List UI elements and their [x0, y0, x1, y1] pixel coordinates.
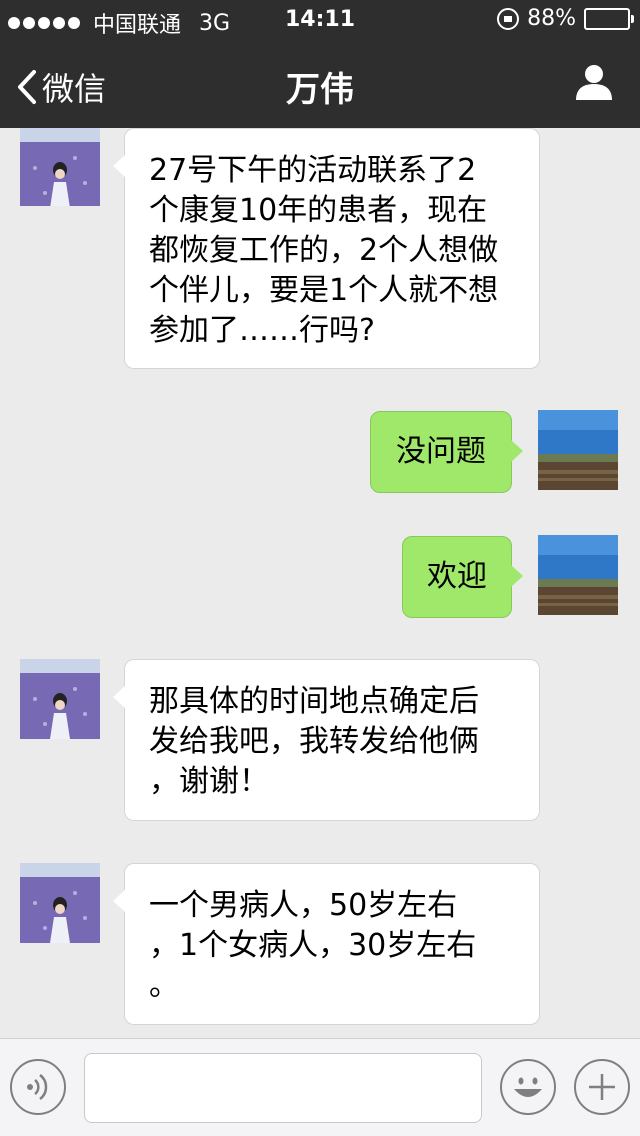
sent-message-bubble[interactable]: 没问题	[370, 411, 523, 493]
smiley-icon	[514, 1077, 542, 1097]
more-button[interactable]	[574, 1059, 630, 1115]
message-text: 27号下午的活动联系了2	[149, 153, 477, 188]
contact-avatar[interactable]	[20, 863, 100, 943]
received-message-bubble[interactable]: 一个男病人，50岁左右 ，1个女病人，30岁左右 。	[113, 863, 540, 1025]
received-message-bubble[interactable]: 27号下午的活动联系了2 个康复10年的患者，现在 都恢复工作的，2个人想做 个…	[113, 128, 540, 369]
battery-percent: 88%	[527, 6, 576, 31]
message-text: ，1个女病人，30岁左右	[149, 928, 477, 963]
message-list[interactable]: 27号下午的活动联系了2 个康复10年的患者，现在 都恢复工作的，2个人想做 个…	[0, 128, 640, 1038]
message-input[interactable]	[84, 1053, 482, 1123]
message-text: 个伴儿，要是1个人就不想	[149, 273, 499, 308]
sent-message-bubble[interactable]: 欢迎	[402, 536, 523, 618]
rotation-lock-icon	[497, 7, 520, 30]
message-text: 没问题	[396, 434, 486, 469]
contact-avatar[interactable]	[20, 128, 100, 206]
plus-icon	[589, 1074, 615, 1100]
profile-button[interactable]	[574, 62, 614, 106]
person-icon	[576, 65, 612, 100]
message-text: 参加了……行吗?	[149, 313, 375, 348]
voice-button[interactable]	[10, 1059, 66, 1115]
message-text: 发给我吧，我转发给他俩	[149, 724, 479, 759]
contact-avatar[interactable]	[20, 659, 100, 739]
message-text: 。	[149, 968, 179, 1003]
nav-bar: 微信 万伟	[0, 40, 640, 128]
message-text: 欢迎	[427, 559, 487, 594]
input-bar	[0, 1038, 640, 1136]
voice-icon	[27, 1074, 48, 1100]
received-message-bubble[interactable]: 那具体的时间地点确定后 发给我吧，我转发给他俩 ，谢谢！	[113, 659, 540, 821]
my-avatar[interactable]	[538, 410, 618, 490]
my-avatar[interactable]	[538, 535, 618, 615]
message-text: 个康复10年的患者，现在	[149, 193, 488, 228]
message-text: 一个男病人，50岁左右	[149, 888, 458, 923]
message-text: 都恢复工作的，2个人想做	[149, 233, 499, 268]
status-bar: 中国联通 3G 14:11 88%	[0, 0, 640, 40]
battery-icon	[584, 7, 634, 30]
message-text: ，谢谢！	[149, 764, 269, 799]
emoji-button[interactable]	[500, 1059, 556, 1115]
message-text: 那具体的时间地点确定后	[149, 684, 479, 719]
chat-title: 万伟	[286, 70, 354, 110]
